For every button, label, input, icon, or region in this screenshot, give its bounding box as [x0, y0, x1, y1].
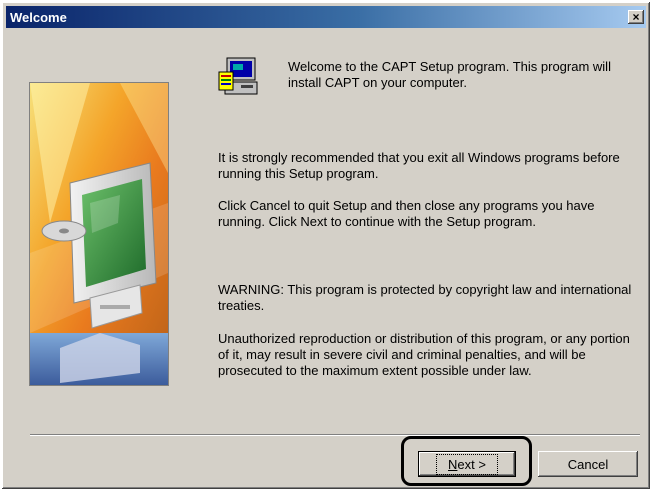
cancel-button-label: Cancel: [567, 456, 609, 472]
instructions-text: Click Cancel to quit Setup and then clos…: [218, 198, 595, 229]
title-bar[interactable]: Welcome ×: [6, 6, 646, 28]
cancel-button[interactable]: Cancel: [538, 451, 638, 477]
recommendation-text: It is strongly recommended that you exit…: [218, 150, 620, 181]
next-button-label: Next >: [436, 453, 498, 475]
close-button[interactable]: ×: [628, 10, 644, 24]
computer-monitor-illustration: [30, 83, 168, 385]
warning-text: WARNING: This program is protected by co…: [218, 282, 632, 313]
window-title: Welcome: [10, 9, 67, 25]
intro-text: Welcome to the CAPT Setup program. This …: [288, 59, 611, 90]
legal-text: Unauthorized reproduction or distributio…: [218, 331, 630, 378]
setup-computer-icon: [215, 52, 263, 100]
close-icon: ×: [632, 10, 640, 24]
divider: [30, 434, 640, 436]
next-button[interactable]: Next >: [418, 451, 516, 477]
